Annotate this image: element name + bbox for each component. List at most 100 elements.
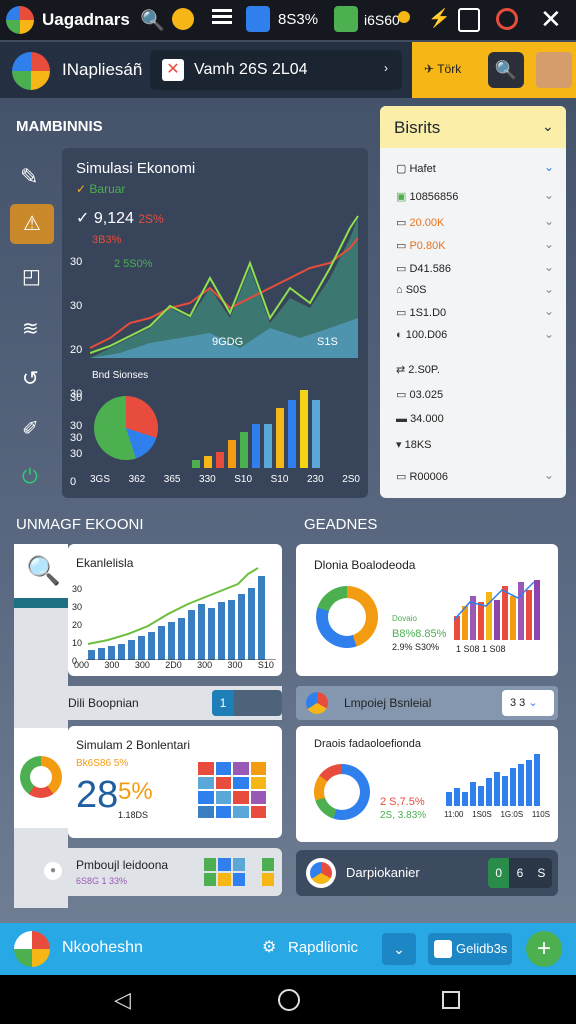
- x-tick: 1S0S: [472, 810, 492, 819]
- chart-title: Simulasi Ekonomi: [76, 160, 196, 177]
- bar: [228, 600, 235, 660]
- list-row[interactable]: ▾ 18KS: [396, 438, 432, 451]
- card-5[interactable]: Pmboujl leidoona 6S8G 1 33%: [68, 848, 282, 896]
- heat-cell: [198, 762, 214, 775]
- list-row[interactable]: ▭ D41.586: [396, 262, 451, 275]
- timer-icon[interactable]: ⏻: [22, 466, 38, 489]
- avatar[interactable]: [536, 52, 572, 88]
- chevron-down-icon[interactable]: ⌄: [544, 468, 554, 482]
- card-2[interactable]: Dlonia Boalodeoda Dovaio B8%8.85% 2.9% S…: [296, 544, 558, 676]
- search-button[interactable]: 🔍: [488, 52, 524, 88]
- list-row[interactable]: ▣ 10856856: [396, 190, 458, 203]
- gear-icon[interactable]: ⚙: [262, 937, 276, 957]
- chevron-down-icon[interactable]: ⌄: [544, 260, 554, 274]
- chevron-down-icon[interactable]: ⌄: [544, 237, 554, 251]
- card6-label: Darpiokanier: [346, 865, 420, 880]
- search-field[interactable]: ✕ Vamh 26S 2L04 ›: [150, 50, 402, 90]
- home-icon[interactable]: [278, 989, 300, 1011]
- money-icon[interactable]: [334, 6, 358, 32]
- donut-hole: [324, 774, 360, 810]
- list-row[interactable]: ⇄ 2.S0P.: [396, 363, 440, 376]
- close-icon[interactable]: ✕: [540, 4, 562, 35]
- x-tick: 362: [128, 474, 146, 485]
- bar: [454, 788, 460, 806]
- layers-icon[interactable]: ≋: [22, 316, 39, 341]
- chevron-down-icon[interactable]: ⌄: [544, 188, 554, 202]
- settings-bolt-icon[interactable]: ⚡: [428, 8, 450, 29]
- emoji-icon[interactable]: [172, 8, 194, 30]
- chevron-down-button[interactable]: ⌄: [382, 933, 416, 965]
- card4-donut: [314, 764, 370, 820]
- play-icon: ●: [44, 862, 62, 880]
- app-logo-icon[interactable]: [12, 52, 50, 90]
- donut-hole: [328, 598, 366, 636]
- card2-stats3: 1 S08 1 S08: [456, 644, 506, 654]
- donut-tile[interactable]: [14, 728, 68, 828]
- logo-icon: [306, 858, 336, 888]
- chevron-down-icon[interactable]: ⌄: [544, 282, 554, 296]
- app-logo-icon[interactable]: [14, 931, 50, 967]
- heat-cell: [198, 776, 214, 789]
- dropdown-left-row[interactable]: Dili Boopnian 1: [68, 686, 282, 720]
- search-tile[interactable]: 🔍: [14, 544, 68, 598]
- back-icon[interactable]: ◁: [114, 987, 131, 1013]
- clipboard-icon[interactable]: [458, 8, 480, 32]
- btn-1[interactable]: 6: [509, 858, 530, 888]
- status-stat2: i6S60: [364, 12, 400, 28]
- bar: [288, 400, 296, 468]
- dropdown-right-select[interactable]: 3 3 ⌄: [502, 690, 554, 716]
- chevron-down-icon[interactable]: ⌄: [544, 327, 554, 341]
- bottom-center-label[interactable]: Rapdlionic: [288, 939, 358, 956]
- chevron-down-icon[interactable]: ⌄: [544, 304, 554, 318]
- list-row[interactable]: ⌂ S0S: [396, 284, 427, 296]
- list-row[interactable]: ▭ 03.025: [396, 388, 443, 401]
- pen-icon[interactable]: ✎: [20, 164, 38, 190]
- x-tick: 2D0: [165, 660, 182, 670]
- search-icon[interactable]: 🔍: [140, 8, 165, 33]
- btn-0[interactable]: 0: [488, 858, 510, 888]
- bottom-right-button[interactable]: Gelidb3s: [428, 933, 512, 965]
- list-row[interactable]: ◐ 100.D06: [396, 329, 447, 341]
- list-row[interactable]: ▭ R00006: [396, 470, 448, 483]
- dropdown-right-row[interactable]: Lmpoiej Bsnleial 3 3 ⌄: [296, 686, 558, 720]
- list-row[interactable]: ▬ 34.000: [396, 413, 444, 425]
- search-input[interactable]: Vamh 26S 2L04: [194, 61, 308, 79]
- chevron-down-icon[interactable]: ⌄: [542, 118, 554, 135]
- chart-app-icon[interactable]: [246, 6, 270, 32]
- list-row[interactable]: ▭ 20.00K: [396, 216, 444, 229]
- play-tile[interactable]: ●: [14, 848, 68, 896]
- card4-stats1: 2 S,7.5%: [380, 796, 425, 808]
- bar: [158, 626, 165, 660]
- tab-panel: ✈ Törk 🔍: [412, 42, 576, 98]
- app-logo-icon[interactable]: [6, 6, 34, 34]
- card-1[interactable]: Ekanlelisla 30 30 20 10 0 000 300 300 2D…: [68, 544, 282, 676]
- heat-cell: [261, 858, 274, 871]
- card-3[interactable]: Simulam 2 Bonlentari Bk6S86 5% 28 5% 1.1…: [68, 726, 282, 838]
- panel-title: Bisrits: [394, 118, 441, 137]
- target-icon[interactable]: [496, 8, 518, 30]
- list-row[interactable]: ▭ P0.80K: [396, 239, 446, 252]
- x-tick: 1G:0S: [500, 810, 524, 819]
- add-button[interactable]: +: [526, 931, 562, 967]
- bar: [138, 636, 145, 660]
- chevron-right-icon: ›: [384, 61, 388, 75]
- legend-label: Baruar: [89, 182, 126, 196]
- btn-2[interactable]: S: [531, 858, 552, 888]
- chevron-down-icon[interactable]: ⌄: [544, 160, 554, 174]
- tab-label-yellow[interactable]: ✈ Törk: [424, 62, 461, 76]
- list-header[interactable]: ▢ Hafet: [396, 162, 436, 175]
- section-left-title: UNMAGF EKOONI: [16, 516, 144, 533]
- square-nav-icon[interactable]: ◰: [22, 264, 41, 289]
- chevron-down-icon[interactable]: ⌄: [544, 214, 554, 228]
- refresh-icon[interactable]: ↺: [22, 366, 39, 391]
- recents-icon[interactable]: [442, 991, 460, 1009]
- bar: [470, 782, 476, 806]
- card-4[interactable]: Draois fadaoloefionda 2 S,7.5% 2S, 3.83%…: [296, 726, 558, 842]
- menu-icon[interactable]: [212, 9, 232, 12]
- card-6[interactable]: Darpiokanier 0 6 S: [296, 850, 558, 896]
- chart-nav-icon[interactable]: ⚠: [10, 204, 54, 244]
- heat-cell: [247, 873, 260, 886]
- list-row[interactable]: ▭ 1S1.D0: [396, 306, 446, 319]
- dropdown-left-select[interactable]: 1: [212, 690, 282, 716]
- edit-icon[interactable]: ✐: [22, 416, 39, 441]
